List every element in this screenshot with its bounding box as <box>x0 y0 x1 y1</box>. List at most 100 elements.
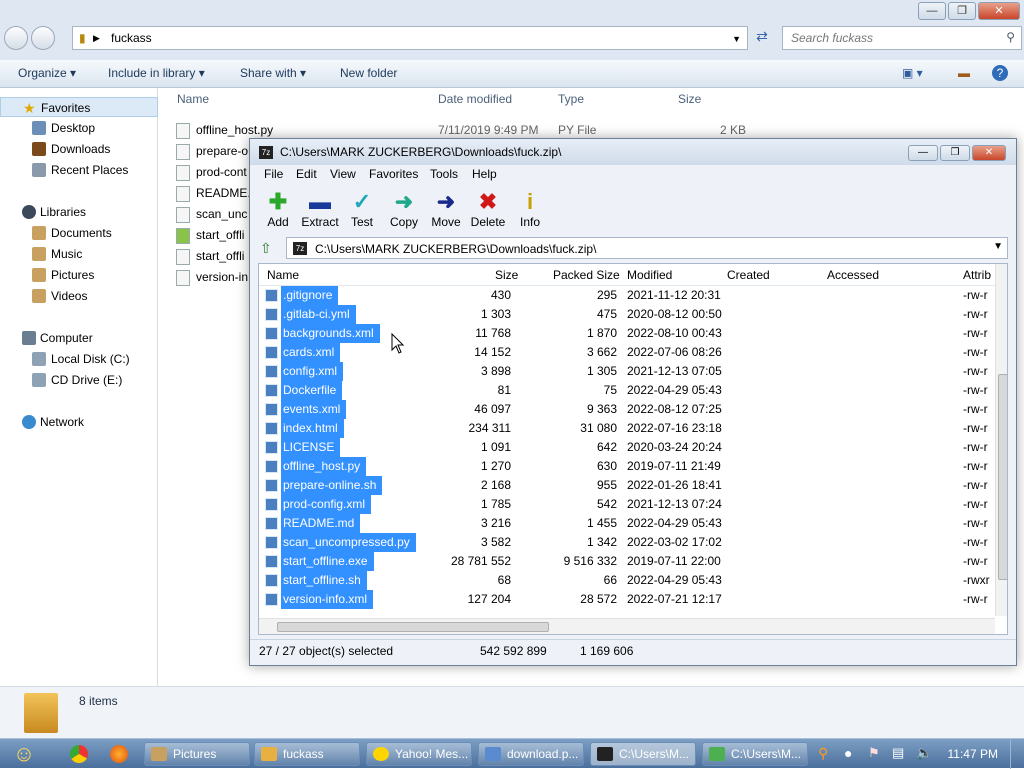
column-packed-size[interactable]: Packed Size <box>553 268 620 282</box>
table-row[interactable]: .gitignore 430 295 2021-11-12 20:31 -rw-r <box>259 286 995 305</box>
column-modified[interactable]: Modified <box>627 268 672 282</box>
column-name[interactable]: Name <box>177 92 209 110</box>
firefox-icon[interactable] <box>110 745 128 763</box>
column-size[interactable]: Size <box>678 92 701 110</box>
back-button[interactable] <box>4 26 28 50</box>
column-date-modified[interactable]: Date modified <box>438 92 512 110</box>
nav-computer[interactable]: Computer <box>0 328 158 348</box>
organize-button[interactable]: Organize ▾ <box>18 66 76 80</box>
menu-edit[interactable]: Edit <box>296 167 317 181</box>
7zip-maximize-button[interactable]: ❐ <box>940 145 970 161</box>
table-row[interactable]: LICENSE 1 091 642 2020-03-24 20:24 -rw-r <box>259 438 995 457</box>
nav-videos[interactable]: Videos <box>0 286 158 306</box>
address-bar[interactable]: ▮ ▶ fuckass ▼ <box>72 26 748 50</box>
task-yahoo-messenger[interactable]: Yahoo! Mes... <box>366 742 472 766</box>
chevron-down-icon[interactable]: ▼ <box>732 34 741 44</box>
column-accessed[interactable]: Accessed <box>827 268 879 282</box>
nav-desktop[interactable]: Desktop <box>0 118 158 138</box>
info-button[interactable]: i Info <box>507 189 553 231</box>
extract-button[interactable]: ▬ Extract <box>297 189 343 231</box>
list-item[interactable]: prepare-o <box>176 141 248 161</box>
task-explorer-c[interactable]: C:\Users\M... <box>702 742 808 766</box>
up-folder-icon[interactable]: ⇧ <box>260 240 278 258</box>
7zip-close-button[interactable]: ✕ <box>972 145 1006 161</box>
maximize-button[interactable]: ❐ <box>948 2 976 20</box>
menu-favorites[interactable]: Favorites <box>369 167 418 181</box>
table-row[interactable]: .gitlab-ci.yml 1 303 475 2020-08-12 00:50 -r… <box>259 305 995 324</box>
column-created[interactable]: Created <box>727 268 770 282</box>
vertical-scrollbar[interactable] <box>995 264 1007 616</box>
menu-help[interactable]: Help <box>472 167 497 181</box>
table-row[interactable]: version-info.xml 127 204 28 572 2022-07-21 … <box>259 590 995 609</box>
search-input[interactable]: Search fuckass ⚲ <box>782 26 1022 50</box>
nav-cd-drive[interactable]: CD Drive (E:) <box>0 370 158 390</box>
move-button[interactable]: ➜ Move <box>423 189 469 231</box>
delete-button[interactable]: ✖ Delete <box>465 189 511 231</box>
network-tray-icon[interactable]: ▤ <box>892 745 904 761</box>
7zip-minimize-button[interactable]: — <box>908 145 938 161</box>
forward-button[interactable] <box>31 26 55 50</box>
list-item[interactable]: prod-cont <box>176 162 247 182</box>
list-item[interactable]: version-in <box>176 267 248 287</box>
search-icon[interactable]: ⚲ <box>818 745 828 762</box>
table-row[interactable]: config.xml 3 898 1 305 2021-12-13 07:05 -rw-… <box>259 362 995 381</box>
nav-downloads[interactable]: Downloads <box>0 139 158 159</box>
add-button[interactable]: ✚ Add <box>255 189 301 231</box>
tray-icon[interactable]: ● <box>844 745 852 761</box>
horizontal-scrollbar[interactable] <box>259 618 995 634</box>
chevron-down-icon[interactable]: ▼ <box>993 241 1003 252</box>
include-in-library-button[interactable]: Include in library ▾ <box>108 66 205 80</box>
7zip-address-bar[interactable]: 7z C:\Users\MARK ZUCKERBERG\Downloads\fu… <box>286 237 1008 259</box>
nav-libraries[interactable]: Libraries <box>0 202 158 222</box>
nav-favorites[interactable]: ★ Favorites <box>0 97 158 117</box>
test-button[interactable]: ✓ Test <box>339 189 385 231</box>
copy-button[interactable]: ➜ Copy <box>381 189 427 231</box>
volume-icon[interactable]: 🔈 <box>916 745 932 761</box>
table-row[interactable]: index.html 234 311 31 080 2022-07-16 23:18 -… <box>259 419 995 438</box>
chrome-icon[interactable] <box>70 745 88 763</box>
menu-view[interactable]: View <box>330 167 356 181</box>
nav-documents[interactable]: Documents <box>0 223 158 243</box>
close-button[interactable]: ✕ <box>978 2 1020 20</box>
table-row[interactable]: events.xml 46 097 9 363 2022-08-12 07:25 -rw… <box>259 400 995 419</box>
list-item[interactable]: offline_host.py <box>176 120 273 140</box>
nav-network[interactable]: Network <box>0 412 158 432</box>
minimize-button[interactable]: — <box>918 2 946 20</box>
table-row[interactable]: prepare-online.sh 2 168 955 2022-01-26 18:4… <box>259 476 995 495</box>
horizontal-scroll-thumb[interactable] <box>277 622 549 632</box>
table-row[interactable]: start_offline.sh 68 66 2022-04-29 05:43 -rwx… <box>259 571 995 590</box>
task-fuckass[interactable]: fuckass <box>254 742 360 766</box>
table-row[interactable]: prod-config.xml 1 785 542 2021-12-13 07:24 -… <box>259 495 995 514</box>
task-7zip[interactable]: C:\Users\M... <box>590 742 696 766</box>
task-pictures[interactable]: Pictures <box>144 742 250 766</box>
nav-local-disk[interactable]: Local Disk (C:) <box>0 349 158 369</box>
new-folder-button[interactable]: New folder <box>340 66 397 80</box>
list-item[interactable]: README. <box>176 183 251 203</box>
clock[interactable]: 11:47 PM <box>948 747 998 761</box>
search-icon[interactable]: ⚲ <box>1006 30 1015 44</box>
list-item[interactable]: scan_unc <box>176 204 247 224</box>
table-row[interactable]: backgrounds.xml 11 768 1 870 2022-08-10 00:… <box>259 324 995 343</box>
preview-pane-icon[interactable]: ▬ <box>958 66 970 80</box>
nav-pictures[interactable]: Pictures <box>0 265 158 285</box>
share-with-button[interactable]: Share with ▾ <box>240 66 306 80</box>
table-row[interactable]: README.md 3 216 1 455 2022-04-29 05:43 -rw-r <box>259 514 995 533</box>
start-button[interactable]: ☺ <box>4 739 44 769</box>
table-row[interactable]: Dockerfile 81 75 2022-04-29 05:43 -rw-r <box>259 381 995 400</box>
help-icon[interactable]: ? <box>992 65 1008 81</box>
nav-music[interactable]: Music <box>0 244 158 264</box>
vertical-scroll-thumb[interactable] <box>998 374 1007 580</box>
table-row[interactable]: cards.xml 14 152 3 662 2022-07-06 08:26 -rw-… <box>259 343 995 362</box>
views-icon[interactable]: ▣ ▾ <box>902 66 923 80</box>
show-desktop-button[interactable] <box>1010 739 1024 769</box>
nav-recent-places[interactable]: Recent Places <box>0 160 158 180</box>
task-download[interactable]: download.p... <box>478 742 584 766</box>
column-name[interactable]: Name <box>267 268 299 282</box>
column-attrib[interactable]: Attrib <box>963 268 991 282</box>
column-size[interactable]: Size <box>495 268 518 282</box>
table-row[interactable]: start_offline.exe 28 781 552 9 516 332 2019… <box>259 552 995 571</box>
table-row[interactable]: offline_host.py 1 270 630 2019-07-11 21:49 -… <box>259 457 995 476</box>
menu-file[interactable]: File <box>264 167 283 181</box>
menu-tools[interactable]: Tools <box>430 167 458 181</box>
list-item[interactable]: start_offli <box>176 246 244 266</box>
